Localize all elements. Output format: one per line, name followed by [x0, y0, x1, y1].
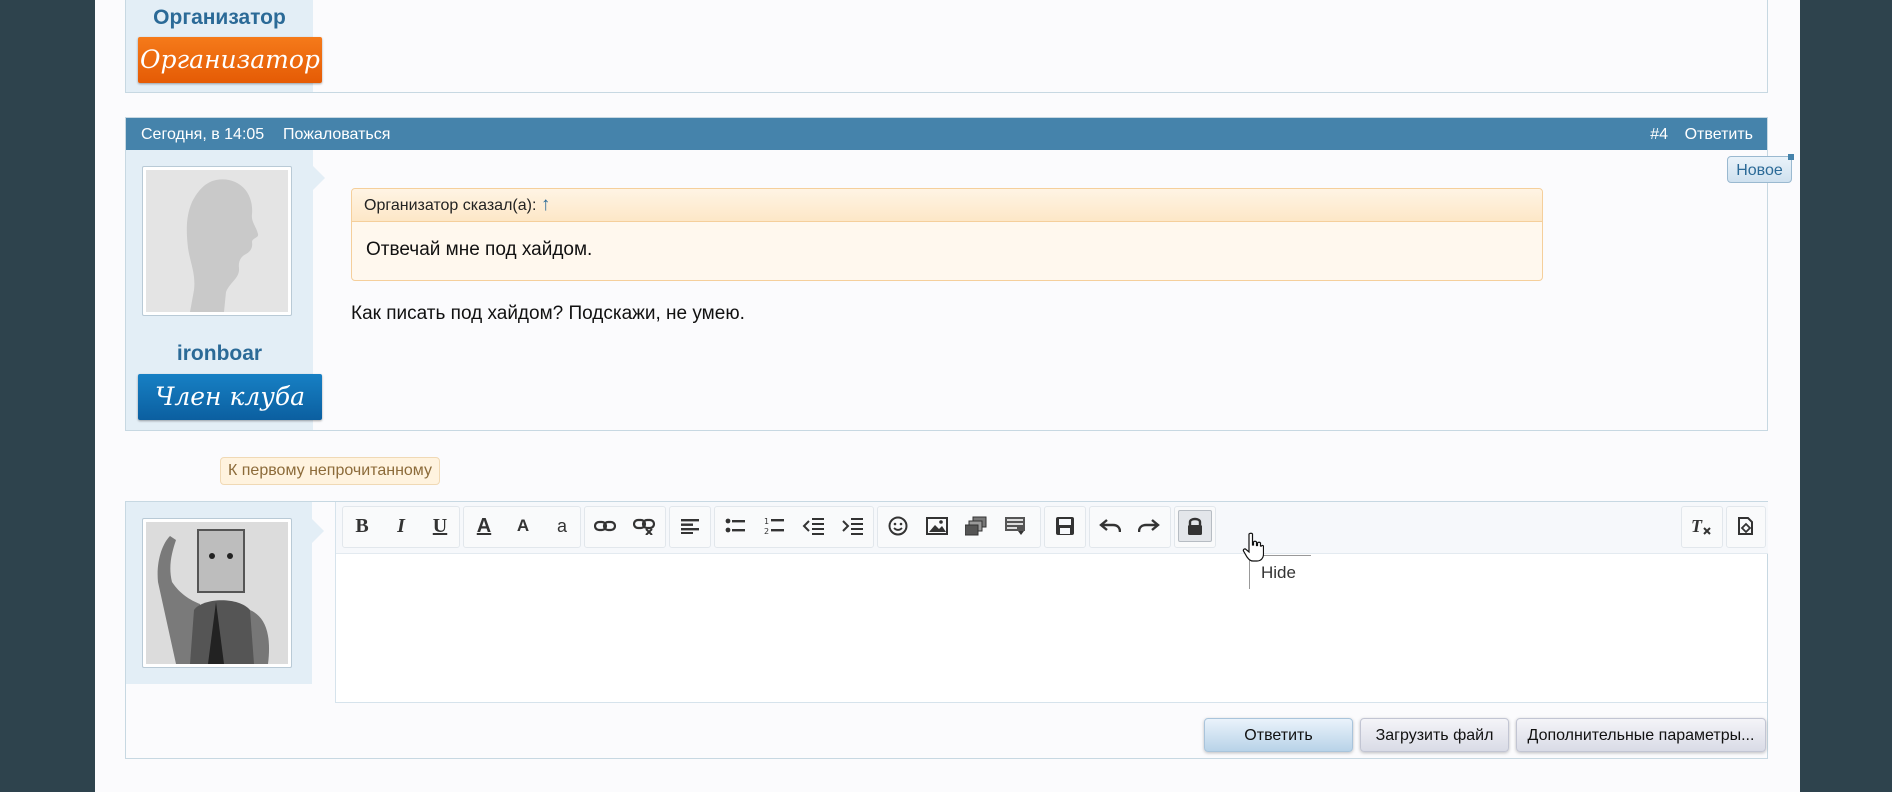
previous-post: Организатор Организатор [125, 0, 1768, 93]
quick-reply: B I U A A a 12 T Hide Ответить Загрузить… [125, 501, 1768, 759]
bold-icon[interactable]: B [345, 510, 379, 542]
media-icon[interactable] [959, 510, 993, 542]
my-user-column-arrow [312, 519, 324, 543]
new-badge-corner [1788, 154, 1794, 160]
post-username[interactable]: ironboar [126, 342, 313, 366]
quote-header: Организатор сказал(а): ↑ [352, 189, 1542, 222]
default-avatar-silhouette-icon [146, 170, 288, 312]
member-title-badge: Член клуба [138, 374, 322, 420]
new-post-badge-label: Новое [1736, 162, 1783, 179]
previous-post-username[interactable]: Организатор [126, 6, 313, 30]
quote-jump-arrow-icon[interactable]: ↑ [541, 194, 551, 215]
unlink-icon[interactable] [627, 510, 661, 542]
underline-icon[interactable]: U [423, 510, 457, 542]
smilie-icon[interactable] [881, 510, 915, 542]
post-4: Сегодня, в 14:05 Пожаловаться #4 Ответит… [125, 117, 1768, 431]
report-link[interactable]: Пожаловаться [283, 126, 390, 144]
svg-text:T: T [1691, 516, 1703, 536]
previous-post-user-column: Организатор Организатор [126, 0, 322, 92]
page: Организатор Организатор Сегодня, в 14:05… [95, 0, 1800, 792]
hand-pointer-cursor-icon [1242, 532, 1264, 562]
message-editor[interactable]: B I U A A a 12 T Hide [335, 502, 1768, 703]
toggle-bbcode-icon[interactable] [1729, 510, 1763, 542]
reply-link[interactable]: Ответить [1685, 126, 1753, 144]
italic-icon[interactable]: I [384, 510, 418, 542]
numbered-list-icon[interactable]: 12 [757, 510, 791, 542]
submit-reply-button[interactable]: Ответить [1204, 718, 1353, 752]
insert-more-icon[interactable] [998, 510, 1032, 542]
image-icon[interactable] [920, 510, 954, 542]
font-color-icon[interactable]: A [467, 510, 501, 542]
post-number-link[interactable]: #4 [1650, 126, 1668, 144]
font-family-icon[interactable]: a [545, 510, 579, 542]
undo-icon[interactable] [1093, 510, 1127, 542]
bulleted-list-icon[interactable] [718, 510, 752, 542]
quote-text: Отвечай мне под хайдом. [366, 239, 593, 260]
post-message: Как писать под хайдом? Подскажи, не умею… [351, 303, 745, 324]
my-avatar[interactable] [142, 518, 292, 668]
bag-head-avatar-image [146, 522, 288, 664]
quote-author: Организатор сказал(а): [364, 197, 537, 214]
user-column-arrow [313, 166, 325, 190]
svg-text:2: 2 [764, 527, 769, 535]
new-post-badge: Новое [1727, 154, 1794, 183]
upload-file-button[interactable]: Загрузить файл [1360, 718, 1509, 752]
quote-block: Организатор сказал(а): ↑ Отвечай мне под… [351, 188, 1543, 281]
font-size-icon[interactable]: A [506, 510, 540, 542]
first-unread-link[interactable]: К первому непрочитанному [220, 457, 440, 485]
editor-toolbar: B I U A A a 12 T [336, 502, 1768, 554]
save-draft-icon[interactable] [1048, 510, 1082, 542]
link-icon[interactable] [588, 510, 622, 542]
outdent-icon[interactable] [796, 510, 830, 542]
redo-icon[interactable] [1132, 510, 1166, 542]
align-icon[interactable] [673, 510, 707, 542]
more-options-button[interactable]: Дополнительные параметры... [1516, 718, 1766, 752]
remove-format-icon[interactable]: T [1685, 510, 1719, 542]
organizer-title-badge: Организатор [138, 37, 322, 83]
hide-lock-icon[interactable] [1178, 510, 1212, 542]
post-header: Сегодня, в 14:05 Пожаловаться #4 Ответит… [126, 118, 1767, 150]
post-date[interactable]: Сегодня, в 14:05 [141, 126, 264, 144]
svg-text:1: 1 [764, 517, 769, 526]
avatar[interactable] [142, 166, 292, 316]
indent-icon[interactable] [835, 510, 869, 542]
